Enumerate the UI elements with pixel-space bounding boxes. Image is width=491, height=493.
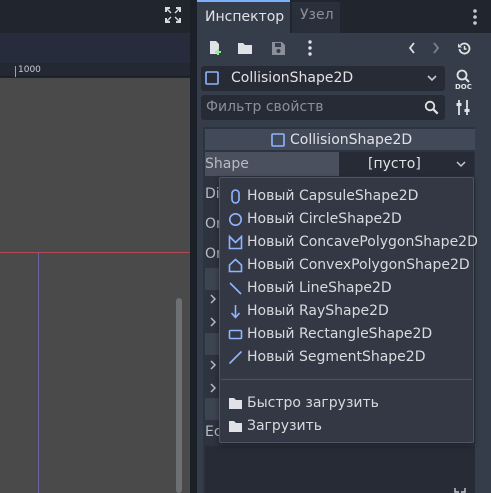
menu-item-quick-load[interactable]: Быстро загрузить <box>220 392 473 415</box>
property-label-disabled: Di <box>205 186 220 202</box>
tab-inspector[interactable]: Инспектор <box>197 0 290 33</box>
more-options-icon[interactable] <box>300 37 320 59</box>
shape-value: [пусто] <box>368 156 421 172</box>
history-icon[interactable] <box>454 37 474 59</box>
expand-arrow-icon[interactable] <box>209 294 217 304</box>
object-name: CollisionShape2D <box>231 70 354 86</box>
rectangle-icon <box>228 327 243 342</box>
panel-divider[interactable] <box>190 0 197 493</box>
section-title: CollisionShape2D <box>290 132 413 148</box>
menu-item-label: Новый RectangleShape2D <box>247 326 433 342</box>
concave-polygon-icon <box>228 235 243 250</box>
menu-item-new-line[interactable]: Новый LineShape2D <box>220 277 473 300</box>
dock-menu-icon[interactable] <box>470 8 480 26</box>
resize-handle-icon[interactable] <box>454 487 466 493</box>
tab-node[interactable]: Узел <box>292 2 340 33</box>
save-icon[interactable] <box>268 37 288 59</box>
doc-help-icon[interactable]: DOC <box>454 68 474 90</box>
filter-placeholder: Фильтр свойств <box>206 99 324 115</box>
menu-item-label: Новый SegmentShape2D <box>247 349 426 365</box>
menu-item-label: Новый CircleShape2D <box>247 211 402 227</box>
menu-item-label: Новый RayShape2D <box>247 303 389 319</box>
capsule-icon <box>228 189 243 204</box>
line-icon <box>228 281 243 296</box>
menu-item-new-concave-polygon[interactable]: Новый ConcavePolygonShape2D <box>220 231 478 254</box>
history-back-icon[interactable] <box>402 37 422 59</box>
svg-text:DOC: DOC <box>455 83 472 90</box>
open-folder-icon[interactable] <box>235 37 255 59</box>
shape-type-popup-menu: Новый CapsuleShape2D Новый CircleShape2D… <box>219 177 478 443</box>
section-row[interactable] <box>205 333 219 355</box>
convex-polygon-icon <box>228 258 243 273</box>
new-resource-icon[interactable] <box>205 37 225 59</box>
fullscreen-icon[interactable] <box>165 7 181 23</box>
ray-icon <box>228 304 243 319</box>
viewport-toolbar <box>0 33 190 63</box>
menu-item-new-ray[interactable]: Новый RayShape2D <box>220 300 473 323</box>
expand-arrow-icon[interactable] <box>209 383 217 393</box>
menu-item-label: Новый LineShape2D <box>247 280 392 296</box>
menu-item-load[interactable]: Загрузить <box>220 415 473 438</box>
menu-item-label: Загрузить <box>247 418 323 434</box>
viewport-scrollbar[interactable] <box>176 298 182 493</box>
menu-item-new-capsule[interactable]: Новый CapsuleShape2D <box>220 185 473 208</box>
section-row[interactable] <box>205 398 219 420</box>
menu-item-new-rectangle[interactable]: Новый RectangleShape2D <box>220 323 473 346</box>
circle-icon <box>228 212 243 227</box>
collision-shape-icon <box>271 133 285 147</box>
canvas-viewport[interactable] <box>0 78 190 493</box>
menu-item-new-convex-polygon[interactable]: Новый ConvexPolygonShape2D <box>220 254 473 277</box>
menu-item-label: Новый ConcavePolygonShape2D <box>247 234 478 250</box>
ruler-label: 1000 <box>18 65 41 75</box>
chevron-down-icon[interactable] <box>456 160 466 168</box>
folder-icon <box>228 396 243 411</box>
y-axis-line <box>38 253 39 493</box>
property-value-area <box>205 446 475 493</box>
segment-icon <box>228 350 243 365</box>
search-icon <box>424 100 439 115</box>
expand-arrow-icon[interactable] <box>209 360 217 370</box>
property-options-icon[interactable] <box>455 99 472 116</box>
menu-item-label: Новый CapsuleShape2D <box>247 188 419 204</box>
folder-icon <box>228 419 243 434</box>
ruler-tick <box>15 66 16 77</box>
menu-separator <box>221 379 472 380</box>
menu-item-new-segment[interactable]: Новый SegmentShape2D <box>220 346 473 369</box>
x-axis-line <box>0 252 190 253</box>
expand-arrow-icon[interactable] <box>209 317 217 327</box>
menu-item-label: Быстро загрузить <box>247 395 379 411</box>
section-row[interactable] <box>205 268 219 290</box>
menu-item-new-circle[interactable]: Новый CircleShape2D <box>220 208 473 231</box>
shape-property-label: Shape <box>205 156 249 172</box>
history-forward-icon[interactable] <box>426 37 446 59</box>
chevron-down-icon <box>426 73 438 83</box>
collision-shape-icon <box>205 71 219 85</box>
menu-item-label: Новый ConvexPolygonShape2D <box>247 257 470 273</box>
